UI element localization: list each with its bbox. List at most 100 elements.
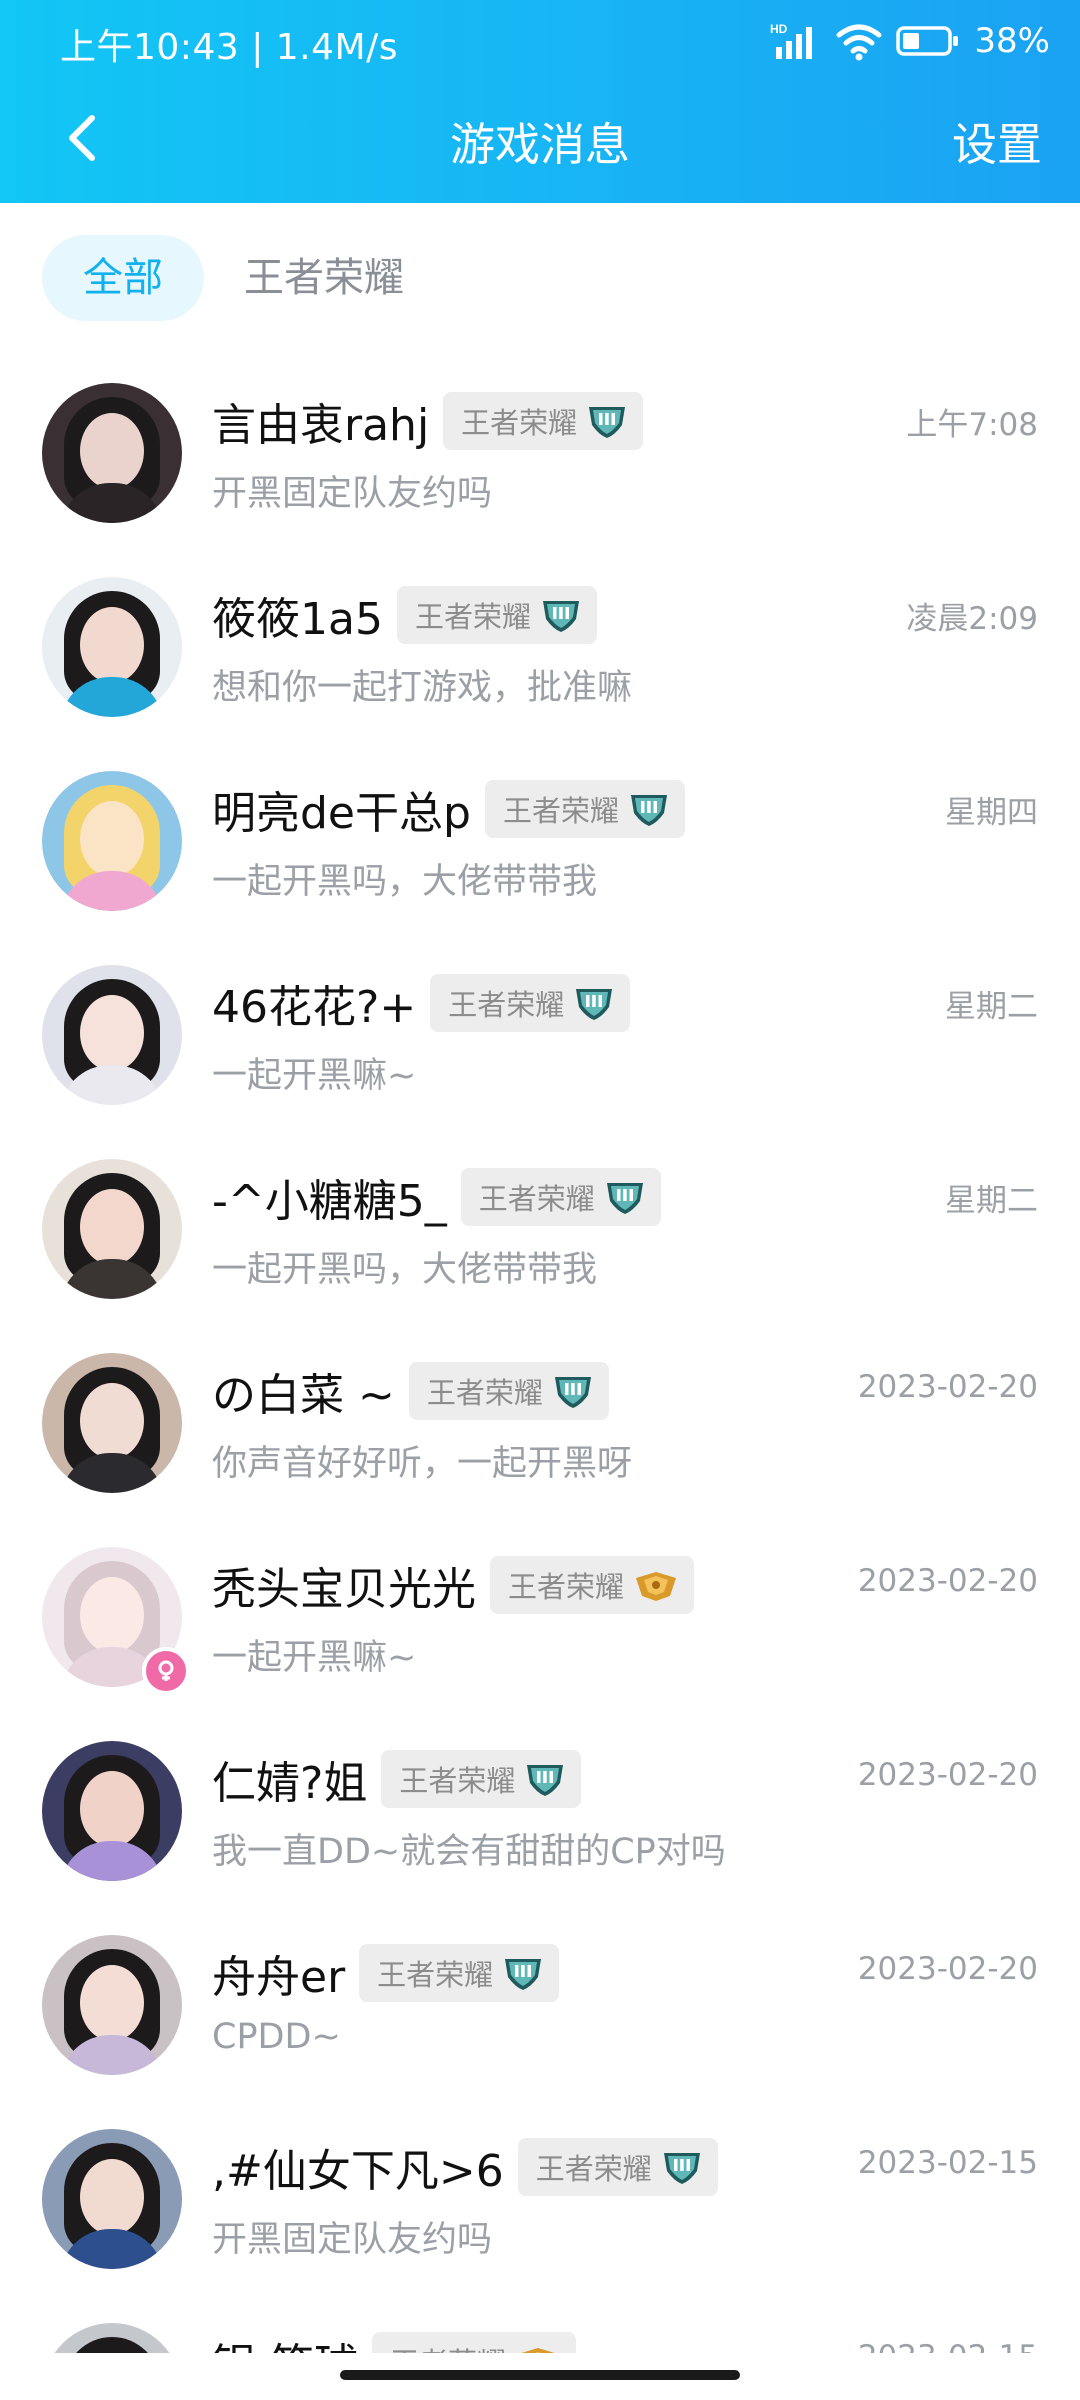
message-preview: 一起开黑嘛~ xyxy=(212,1056,417,1096)
avatar[interactable] xyxy=(42,1741,182,1881)
game-tag: 王者荣耀 xyxy=(484,780,685,838)
rank-gold-crown-icon xyxy=(636,1572,677,1601)
message-row[interactable]: ,#仙女下凡>6 王者荣耀 2023-02-15 开黑固定队友约吗 xyxy=(0,2099,1080,2293)
message-time: 2023-02-20 xyxy=(857,1563,1038,1599)
message-row[interactable]: 舟舟er 王者荣耀 2023-02-20 CPDD~ xyxy=(0,1905,1080,2099)
app-header: 上午10:43 | 1.4M/s HD 38% 游戏消息 设置 xyxy=(0,0,1080,203)
game-tag-label: 王者荣耀 xyxy=(502,794,619,828)
game-tag: 王者荣耀 xyxy=(408,1362,609,1420)
message-preview: 一起开黑吗，大佬带带我 xyxy=(212,862,598,902)
message-time: 2023-02-15 xyxy=(857,2145,1038,2181)
message-time: 2023-02-20 xyxy=(857,1951,1038,1987)
avatar[interactable] xyxy=(42,1935,182,2075)
game-tag-label: 王者荣耀 xyxy=(426,1376,543,1410)
page-title: 游戏消息 xyxy=(449,118,630,171)
avatar[interactable] xyxy=(42,577,182,717)
game-tag: 王者荣耀 xyxy=(490,1556,695,1614)
message-row[interactable]: の白菜 ~ 王者荣耀 2023-02-20 你声音好好听，一起开黑呀 xyxy=(0,1323,1080,1517)
message-row[interactable]: 筱筱1a5 王者荣耀 凌晨2:09 想和你一起打游戏，批准嘛 xyxy=(0,547,1080,741)
avatar[interactable] xyxy=(42,1159,182,1299)
message-preview: 一起开黑吗，大佬带带我 xyxy=(212,1250,598,1290)
message-row[interactable]: 银 笛球 王者荣耀 2023-02-15 xyxy=(0,2293,1080,2353)
message-preview: 开黑固定队友约吗 xyxy=(212,2220,493,2260)
contact-name: 舟舟er xyxy=(212,1952,346,2003)
rank-shield-icon xyxy=(589,407,626,438)
game-tag-label: 王者荣耀 xyxy=(535,2152,652,2186)
home-indicator[interactable] xyxy=(340,2370,740,2380)
filter-chip-all[interactable]: 全部 xyxy=(42,235,204,321)
game-tag: 王者荣耀 xyxy=(430,974,631,1032)
game-tag: 王者荣耀 xyxy=(517,2138,718,2196)
message-row[interactable]: 明亮de干总p 王者荣耀 星期四 一起开黑吗，大佬带带我 xyxy=(0,741,1080,935)
name-line: 言由衷rahj 王者荣耀 xyxy=(212,391,644,451)
battery-icon xyxy=(896,26,959,56)
game-tag: 王者荣耀 xyxy=(396,586,597,644)
contact-name: 银 笛球 xyxy=(212,2329,358,2353)
rank-shield-icon xyxy=(554,1377,591,1408)
contact-name: ,#仙女下凡>6 xyxy=(212,2146,504,2197)
rank-gold-crown-icon xyxy=(521,2348,555,2353)
game-tag-label: 王者荣耀 xyxy=(508,1570,625,1604)
avatar[interactable] xyxy=(42,383,182,523)
message-row[interactable]: 仁婧?姐 王者荣耀 2023-02-20 我一直DD~就会有甜甜的CP对吗 xyxy=(0,1711,1080,1905)
message-preview: 想和你一起打游戏，批准嘛 xyxy=(212,668,633,708)
message-list[interactable]: 言由衷rahj 王者荣耀 上午7:08 开黑固定队友约吗 筱筱1a5 王者荣耀 凌晨2:09… xyxy=(0,353,1080,2353)
message-row[interactable]: 秃头宝贝光光 王者荣耀 2023-02-20 一起开黑嘛~ xyxy=(0,1517,1080,1711)
name-line: 银 笛球 王者荣耀 xyxy=(212,2329,577,2353)
message-time: 2023-02-20 xyxy=(857,1369,1038,1405)
message-time: 星期二 xyxy=(945,989,1038,1025)
name-line: 46花花?+ 王者荣耀 xyxy=(212,973,631,1033)
message-row[interactable]: -^小糖糖5_ 王者荣耀 星期二一起开黑吗，大佬带带我 xyxy=(0,1129,1080,1323)
name-line: 秃头宝贝光光 王者荣耀 xyxy=(212,1555,695,1615)
avatar[interactable] xyxy=(42,771,182,911)
contact-name: 言由衷rahj xyxy=(212,400,430,451)
game-tag-label: 王者荣耀 xyxy=(448,988,565,1022)
rank-shield-icon xyxy=(630,795,667,826)
battery-percent: 38% xyxy=(974,21,1050,61)
contact-name: 仁婧?姐 xyxy=(212,1758,368,1809)
name-line: 明亮de干总p 王者荣耀 xyxy=(212,779,685,839)
message-row[interactable]: 言由衷rahj 王者荣耀 上午7:08 开黑固定队友约吗 xyxy=(0,353,1080,547)
message-time: 2023-02-15 xyxy=(858,2339,1038,2353)
svg-text:HD: HD xyxy=(770,22,788,36)
game-tag-label: 王者荣耀 xyxy=(377,1958,494,1992)
settings-button[interactable]: 设置 xyxy=(952,108,1042,173)
avatar[interactable] xyxy=(42,1547,190,1695)
avatar[interactable] xyxy=(42,965,182,1105)
contact-name: 秃头宝贝光光 xyxy=(212,1564,476,1615)
avatar[interactable] xyxy=(42,2129,182,2269)
contact-name: 筱筱1a5 xyxy=(212,594,383,645)
rank-shield-icon xyxy=(606,1183,643,1214)
status-icons: HD 38% xyxy=(770,14,1050,68)
game-tag-label: 王者荣耀 xyxy=(461,406,578,440)
contact-name: 明亮de干总p xyxy=(212,788,471,839)
message-preview: 一起开黑嘛~ xyxy=(212,1638,417,1678)
game-tag-label: 王者荣耀 xyxy=(478,1182,595,1216)
message-time: 星期二 xyxy=(945,1183,1038,1219)
status-time-speed: 上午10:43 | 1.4M/s xyxy=(60,27,398,68)
filter-chip-honor-of-kings[interactable]: 王者荣耀 xyxy=(244,235,404,321)
contact-name: 46花花?+ xyxy=(212,982,417,1033)
nav-bar: 游戏消息 设置 xyxy=(0,80,1080,203)
game-tag: 王者荣耀 xyxy=(381,1750,582,1808)
game-tag: 王者荣耀 xyxy=(460,1168,661,1226)
avatar[interactable] xyxy=(42,1353,182,1493)
rank-shield-icon xyxy=(663,2153,700,2184)
name-line: 筱筱1a5 王者荣耀 xyxy=(212,585,597,645)
game-tag-label: 王者荣耀 xyxy=(399,1764,516,1798)
rank-shield-icon xyxy=(576,989,613,1020)
filter-bar: 全部 王者荣耀 xyxy=(0,203,1080,353)
message-time: 2023-02-20 xyxy=(857,1757,1038,1793)
avatar[interactable] xyxy=(42,2323,182,2353)
name-line: ,#仙女下凡>6 王者荣耀 xyxy=(212,2137,718,2197)
name-line: -^小糖糖5_ 王者荣耀 xyxy=(212,1167,661,1227)
rank-shield-icon xyxy=(542,601,579,632)
game-tag-label: 王者荣耀 xyxy=(414,600,531,634)
wifi-icon xyxy=(836,24,882,61)
game-tag-label: 王者荣耀 xyxy=(390,2340,506,2353)
message-preview: CPDD~ xyxy=(212,2017,341,2057)
game-tag: 王者荣耀 xyxy=(359,1944,560,2002)
back-button[interactable] xyxy=(50,106,114,170)
message-row[interactable]: 46花花?+ 王者荣耀 星期二一起开黑嘛~ xyxy=(0,935,1080,1129)
game-tag: 王者荣耀 xyxy=(372,2332,577,2353)
